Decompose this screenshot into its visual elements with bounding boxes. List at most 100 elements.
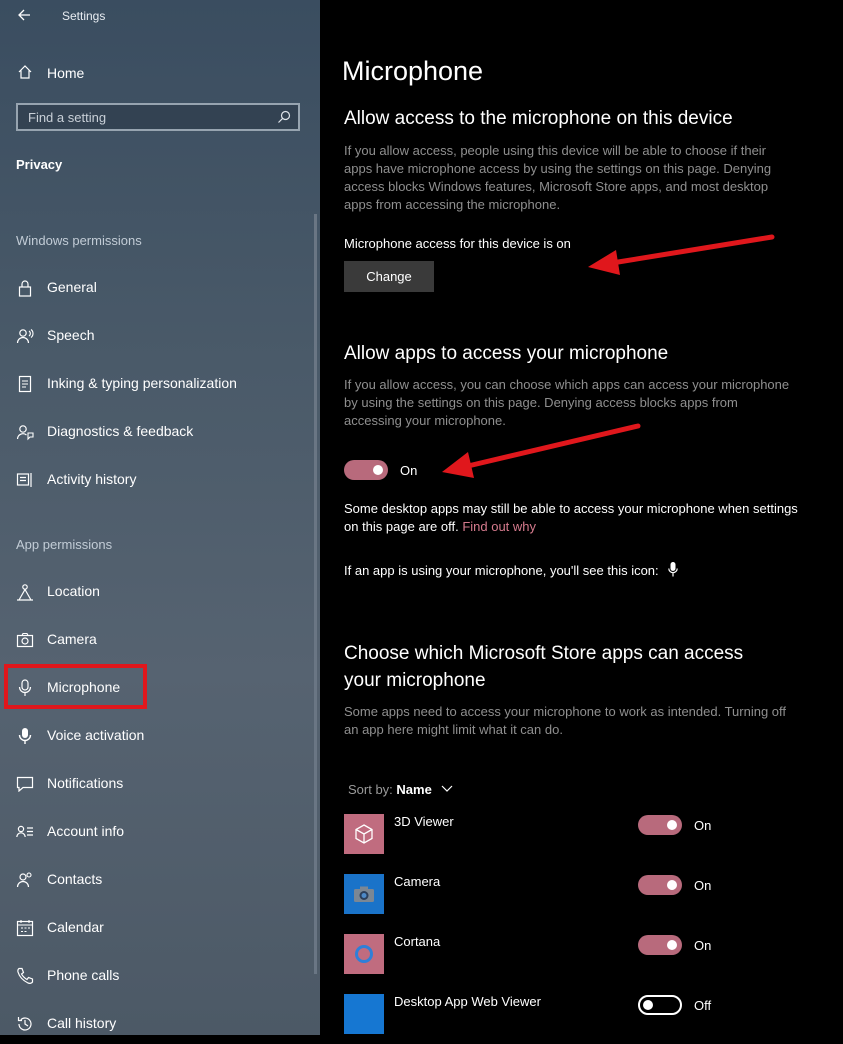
app-toggle-cortana[interactable] — [638, 935, 682, 955]
category-title: Privacy — [16, 157, 63, 172]
apps-access-description: If you allow access, you can choose whic… — [344, 377, 790, 428]
call-history-icon — [16, 1015, 34, 1033]
search-box[interactable] — [16, 103, 300, 131]
sidebar-item-label: General — [47, 279, 97, 295]
inking-icon — [16, 375, 34, 393]
app-toggle-3d-viewer[interactable] — [638, 815, 682, 835]
app-toggle-label: On — [694, 818, 712, 833]
change-button[interactable]: Change — [344, 261, 434, 292]
store-apps-heading-line2: your microphone — [344, 670, 486, 691]
app-name: 3D Viewer — [394, 814, 454, 829]
sidebar-item-calendar[interactable]: Calendar — [0, 908, 320, 948]
microphone-in-use-icon — [668, 562, 679, 582]
store-apps-heading: Choose which Microsoft Store apps can ac… — [344, 640, 743, 694]
toggle-knob — [667, 880, 677, 890]
sidebar-item-label: Activity history — [47, 471, 137, 487]
app-name: Cortana — [394, 934, 441, 949]
camera-app-icon — [344, 874, 384, 914]
sidebar-item-general[interactable]: General — [0, 268, 320, 308]
activity-history-icon — [16, 471, 34, 489]
windows-permissions-header: Windows permissions — [16, 233, 142, 248]
notifications-icon — [16, 775, 34, 793]
sidebar-item-activity-history[interactable]: Activity history — [0, 460, 320, 500]
mic-icon-note: If an app is using your microphone, you'… — [344, 562, 804, 582]
home-label: Home — [47, 65, 85, 81]
app-toggle-label: Off — [694, 998, 712, 1013]
sidebar-item-label: Speech — [47, 327, 95, 343]
store-apps-description: Some apps need to access your microphone… — [344, 704, 787, 737]
app-row-camera: Camera On — [344, 874, 824, 914]
lock-icon — [16, 279, 34, 297]
sidebar-item-label: Contacts — [47, 871, 103, 887]
chevron-down-icon — [441, 781, 453, 796]
calendar-icon — [16, 919, 34, 937]
app-name: Camera — [394, 874, 441, 889]
sidebar: Settings Home Privacy Windows permission… — [0, 0, 320, 1035]
app-toggle-label: On — [694, 878, 712, 893]
sidebar-item-home[interactable]: Home — [0, 56, 320, 88]
toggle-knob — [643, 1000, 653, 1010]
sidebar-item-label: Camera — [47, 631, 97, 647]
diagnostics-icon — [16, 423, 34, 441]
sort-by-label: Sort by: — [348, 782, 393, 797]
desktop-apps-note-text: Some desktop apps may still be able to a… — [344, 501, 798, 534]
sidebar-item-label: Inking & typing personalization — [47, 375, 237, 391]
apps-access-heading: Allow apps to access your microphone — [344, 343, 669, 364]
device-access-status: Microphone access for this device is on — [344, 236, 571, 251]
speech-icon — [16, 327, 34, 345]
back-arrow-icon — [18, 9, 30, 21]
sidebar-item-label: Location — [47, 583, 100, 599]
phone-icon — [16, 967, 34, 985]
account-info-icon — [16, 823, 34, 841]
toggle-knob — [667, 940, 677, 950]
sidebar-item-inking-typing[interactable]: Inking & typing personalization — [0, 364, 320, 404]
device-access-heading: Allow access to the microphone on this d… — [344, 108, 733, 129]
cortana-icon — [344, 934, 384, 974]
app-row-3d-viewer: 3D Viewer On — [344, 814, 824, 854]
sidebar-item-label: Call history — [47, 1015, 117, 1031]
sidebar-item-label: Notifications — [47, 775, 124, 791]
sidebar-item-contacts[interactable]: Contacts — [0, 860, 320, 900]
app-toggle-desktop-app-web-viewer[interactable] — [638, 995, 682, 1015]
sidebar-item-label: Phone calls — [47, 967, 120, 983]
find-out-why-link[interactable]: Find out why — [462, 519, 536, 534]
sidebar-item-voice-activation[interactable]: Voice activation — [0, 716, 320, 756]
app-permissions-header: App permissions — [16, 537, 113, 552]
home-icon — [16, 63, 34, 81]
camera-icon — [16, 631, 34, 649]
back-button[interactable] — [14, 5, 36, 25]
app-toggle-label: On — [694, 938, 712, 953]
toggle-knob — [667, 820, 677, 830]
sidebar-item-camera[interactable]: Camera — [0, 620, 320, 660]
sidebar-item-location[interactable]: Location — [0, 572, 320, 612]
desktop-apps-note: Some desktop apps may still be able to a… — [344, 500, 804, 536]
store-apps-heading-line1: Choose which Microsoft Store apps can ac… — [344, 643, 744, 664]
mic-icon-note-text: If an app is using your microphone, you'… — [344, 563, 659, 578]
sort-by-value: Name — [396, 782, 432, 797]
sidebar-item-account-info[interactable]: Account info — [0, 812, 320, 852]
main-content: Microphone Allow access to the microphon… — [320, 0, 843, 1035]
sort-by-dropdown[interactable]: Sort by: Name — [348, 781, 453, 797]
sidebar-item-speech[interactable]: Speech — [0, 316, 320, 356]
annotation-highlight-box — [4, 664, 147, 709]
sidebar-item-notifications[interactable]: Notifications — [0, 764, 320, 804]
contacts-icon — [16, 871, 34, 889]
search-icon[interactable] — [276, 109, 292, 125]
location-icon — [16, 583, 34, 601]
web-viewer-icon — [344, 994, 384, 1034]
cube-icon — [344, 814, 384, 854]
app-toggle-camera[interactable] — [638, 875, 682, 895]
sidebar-item-call-history[interactable]: Call history — [0, 1004, 320, 1044]
sidebar-scrollbar[interactable] — [314, 214, 317, 974]
app-title: Settings — [62, 9, 106, 23]
apps-access-toggle-label: On — [400, 463, 418, 478]
sidebar-item-label: Account info — [47, 823, 125, 839]
search-input[interactable] — [18, 105, 278, 129]
app-name: Desktop App Web Viewer — [394, 994, 541, 1009]
toggle-knob — [373, 465, 383, 475]
voice-activation-icon — [16, 727, 34, 745]
sidebar-item-phone-calls[interactable]: Phone calls — [0, 956, 320, 996]
device-access-description: If you allow access, people using this d… — [344, 143, 772, 212]
apps-access-toggle[interactable] — [344, 460, 388, 480]
sidebar-item-diagnostics[interactable]: Diagnostics & feedback — [0, 412, 320, 452]
